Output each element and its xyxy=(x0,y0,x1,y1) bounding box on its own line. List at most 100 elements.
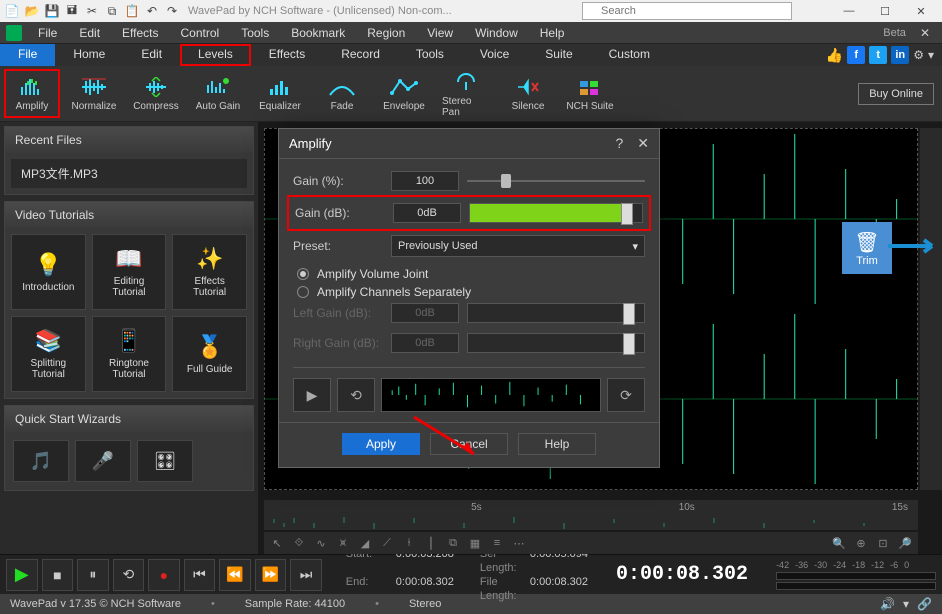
tool-equalizer[interactable]: Equalizer xyxy=(256,75,304,112)
tab-levels[interactable]: Levels xyxy=(180,44,251,66)
menu-view[interactable]: View xyxy=(417,24,463,42)
tool-cursor-icon[interactable]: ↖ xyxy=(268,534,286,552)
zoom-sel-icon[interactable]: ⊕ xyxy=(852,534,870,552)
buy-online-button[interactable]: Buy Online xyxy=(858,83,934,105)
rewind-button[interactable]: ⏪ xyxy=(219,559,251,591)
preview-loop-button[interactable]: ⟲ xyxy=(337,378,375,412)
gain-percent-input[interactable]: 100 xyxy=(391,171,459,191)
tutorial-ringtone[interactable]: 📱Ringtone Tutorial xyxy=(92,316,167,392)
settings-icon[interactable]: ⚙ xyxy=(913,48,924,62)
quickstart-item-1[interactable]: 🎵 xyxy=(13,440,69,482)
quickstart-item-2[interactable]: 🎤 xyxy=(75,440,131,482)
tutorial-effects[interactable]: ✨Effects Tutorial xyxy=(172,234,247,310)
new-icon[interactable]: 📄 xyxy=(4,3,20,19)
timeline[interactable]: 5s 10s 15s xyxy=(264,500,918,530)
play-button[interactable]: ▶ xyxy=(6,559,38,591)
preset-select[interactable]: Previously Used ▾ xyxy=(391,235,645,257)
tutorial-splitting[interactable]: 📚Splitting Tutorial xyxy=(11,316,86,392)
tab-tools[interactable]: Tools xyxy=(398,44,462,66)
search-input[interactable] xyxy=(582,2,792,20)
stop-button[interactable]: ■ xyxy=(42,559,74,591)
minimize-button[interactable]: — xyxy=(832,1,866,21)
radio-separate[interactable]: Amplify Channels Separately xyxy=(297,285,645,299)
menu-file[interactable]: File xyxy=(28,24,67,42)
tab-custom[interactable]: Custom xyxy=(591,44,668,66)
dialog-help-icon[interactable]: ? xyxy=(615,135,623,152)
cancel-button[interactable]: Cancel xyxy=(430,433,508,455)
tool-nchsuite[interactable]: NCH Suite xyxy=(566,75,614,112)
radio-joint-input[interactable] xyxy=(297,268,309,280)
tab-home[interactable]: Home xyxy=(55,44,123,66)
gain-db-input[interactable]: 0dB xyxy=(393,203,461,223)
loop-button[interactable]: ⟲ xyxy=(113,559,145,591)
twitter-icon[interactable]: t xyxy=(869,46,887,64)
menu-region[interactable]: Region xyxy=(357,24,415,42)
forward-end-button[interactable]: ⏭ xyxy=(290,559,322,591)
tool-amplify[interactable]: Amplify xyxy=(8,73,56,114)
tool-fade[interactable]: Fade xyxy=(318,75,366,112)
preview-reset-button[interactable]: ⟳ xyxy=(607,378,645,412)
tool-mark-icon[interactable]: ⍿ xyxy=(400,534,418,552)
tool-compress[interactable]: Compress xyxy=(132,75,180,112)
radio-joint[interactable]: Amplify Volume Joint xyxy=(297,267,645,281)
tool-align-icon[interactable]: ≡ xyxy=(488,534,506,552)
volume-down-icon[interactable]: ▾ xyxy=(903,597,909,611)
tutorial-introduction[interactable]: 💡Introduction xyxy=(11,234,86,310)
open-icon[interactable]: 📂 xyxy=(24,3,40,19)
paste-icon[interactable]: 📋 xyxy=(124,3,140,19)
forward-button[interactable]: ⏩ xyxy=(255,559,287,591)
gain-db-slider[interactable] xyxy=(469,203,643,223)
menu-tools[interactable]: Tools xyxy=(231,24,279,42)
tab-suite[interactable]: Suite xyxy=(527,44,590,66)
record-button[interactable]: ● xyxy=(148,559,180,591)
link-icon[interactable]: 🔗 xyxy=(917,597,932,611)
tool-scrub-icon[interactable]: ⟐ xyxy=(290,534,308,552)
like-icon[interactable]: 👍 xyxy=(826,47,843,64)
gain-percent-slider[interactable] xyxy=(467,180,645,182)
tool-snap-icon[interactable]: ⧉ xyxy=(444,534,462,552)
dialog-close-icon[interactable]: ✕ xyxy=(637,135,649,152)
menu-bookmark[interactable]: Bookmark xyxy=(281,24,355,42)
tool-more-icon[interactable]: ⋯ xyxy=(510,534,528,552)
zoom-in-icon[interactable]: 🔎 xyxy=(896,534,914,552)
titlebar-search[interactable] xyxy=(582,2,792,20)
tutorial-fullguide[interactable]: 🏅Full Guide xyxy=(172,316,247,392)
tool-silence[interactable]: Silence xyxy=(504,75,552,112)
copy-icon[interactable]: ⧉ xyxy=(104,3,120,19)
tab-voice[interactable]: Voice xyxy=(462,44,527,66)
zoom-fit-icon[interactable]: ⊡ xyxy=(874,534,892,552)
pause-button[interactable]: ⏸ xyxy=(77,559,109,591)
close-button[interactable]: ✕ xyxy=(904,1,938,21)
menu-window[interactable]: Window xyxy=(465,24,528,42)
tool-env-icon[interactable]: ⟋ xyxy=(378,534,396,552)
redo-icon[interactable]: ↷ xyxy=(164,3,180,19)
quickstart-item-3[interactable]: 🎛 xyxy=(137,440,193,482)
tool-wave-icon[interactable]: ∿ xyxy=(312,534,330,552)
menu-edit[interactable]: Edit xyxy=(69,24,110,42)
dropdown-icon[interactable]: ▾ xyxy=(928,48,934,62)
linkedin-icon[interactable]: in xyxy=(891,46,909,64)
tool-stereopan[interactable]: Stereo Pan xyxy=(442,70,490,118)
save-as-icon[interactable]: 🖬 xyxy=(64,3,80,19)
radio-separate-input[interactable] xyxy=(297,286,309,298)
speaker-icon[interactable]: 🔊 xyxy=(880,597,895,611)
menu-effects[interactable]: Effects xyxy=(112,24,168,42)
tool-grid-icon[interactable]: ▦ xyxy=(466,534,484,552)
trim-tool[interactable]: 🗑 Trim xyxy=(842,222,892,274)
tool-split-icon[interactable]: ⎮ xyxy=(422,534,440,552)
menubar-close[interactable]: ✕ xyxy=(914,26,936,40)
rewind-start-button[interactable]: ⏮ xyxy=(184,559,216,591)
facebook-icon[interactable]: f xyxy=(847,46,865,64)
apply-button[interactable]: Apply xyxy=(342,433,420,455)
tab-edit[interactable]: Edit xyxy=(123,44,180,66)
vertical-scrollbar[interactable] xyxy=(920,128,942,490)
tool-fade-icon[interactable]: ◢ xyxy=(356,534,374,552)
cut-icon[interactable]: ✂ xyxy=(84,3,100,19)
undo-icon[interactable]: ↶ xyxy=(144,3,160,19)
menu-help[interactable]: Help xyxy=(530,24,575,42)
zoom-out-icon[interactable]: 🔍 xyxy=(830,534,848,552)
maximize-button[interactable]: ☐ xyxy=(868,1,902,21)
tutorial-editing[interactable]: 📖Editing Tutorial xyxy=(92,234,167,310)
tool-envelope[interactable]: Envelope xyxy=(380,75,428,112)
tool-noise-icon[interactable]: ⩙ xyxy=(334,534,352,552)
